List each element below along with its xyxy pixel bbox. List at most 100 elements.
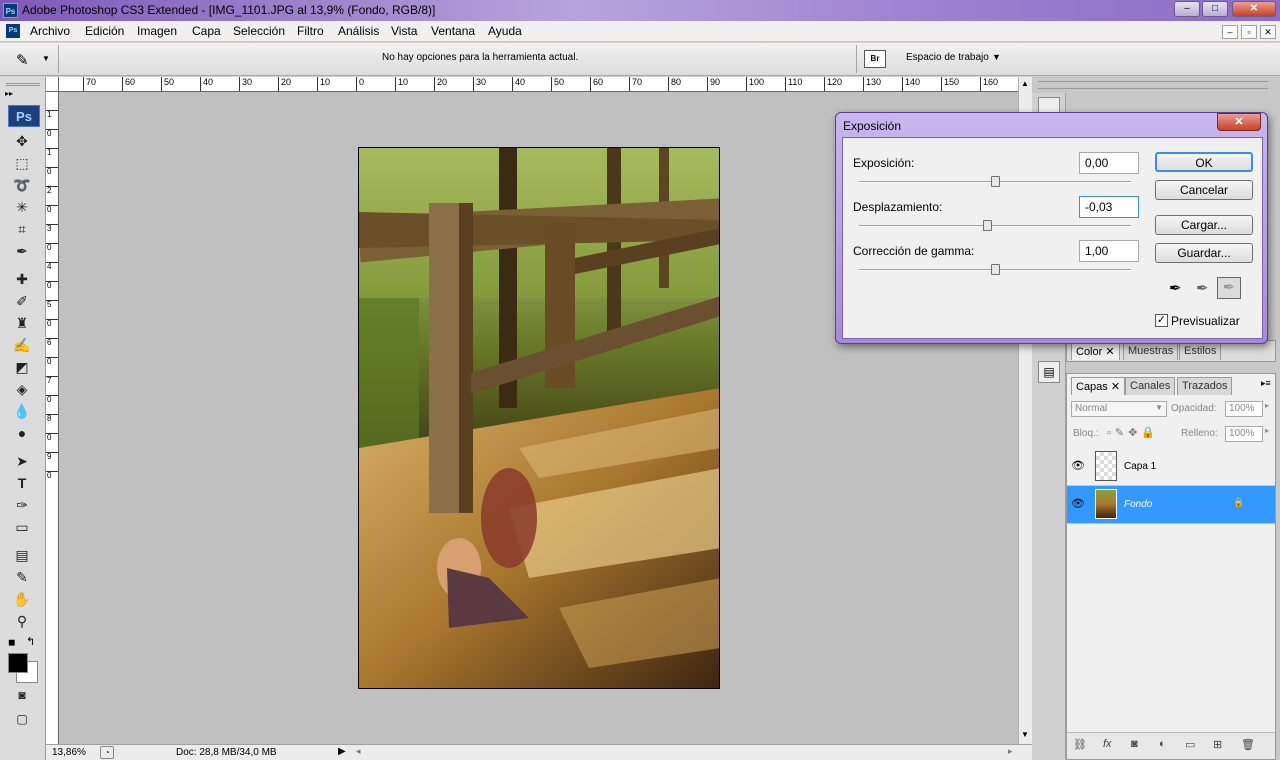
- slice-tool-icon[interactable]: ✒: [10, 241, 34, 261]
- scroll-left-icon[interactable]: ◂: [356, 746, 361, 757]
- gamma-input[interactable]: 1,00: [1079, 240, 1139, 262]
- document-icon[interactable]: Ps: [6, 24, 20, 38]
- adjustment-layer-icon[interactable]: ◐: [1159, 738, 1166, 750]
- workspace-chevron-icon[interactable]: ▼: [992, 52, 1001, 62]
- opacity-field[interactable]: 100%: [1225, 401, 1263, 417]
- healing-brush-icon[interactable]: ✚: [10, 269, 34, 289]
- layer-name[interactable]: Fondo: [1124, 499, 1152, 510]
- notes-tool-icon[interactable]: ▤: [10, 545, 34, 565]
- eyedropper-tool-icon[interactable]: ✎: [10, 567, 34, 587]
- magic-wand-icon[interactable]: ✳: [10, 197, 34, 217]
- exposure-slider-thumb[interactable]: [991, 176, 1000, 187]
- workspace-menu[interactable]: Espacio de trabajo: [906, 52, 989, 63]
- menu-edicion[interactable]: Edición: [85, 24, 124, 38]
- dodge-tool-icon[interactable]: ●: [10, 423, 34, 443]
- default-colors-icon[interactable]: ◼: [8, 637, 15, 648]
- path-selection-icon[interactable]: ➤: [10, 451, 34, 471]
- layer-row[interactable]: 👁 Capa 1: [1067, 448, 1275, 486]
- marquee-tool-icon[interactable]: ⬚: [10, 153, 34, 173]
- paint-bucket-icon[interactable]: ◈: [10, 379, 34, 399]
- crop-tool-icon[interactable]: ⌗: [10, 219, 34, 239]
- gamma-slider-thumb[interactable]: [991, 264, 1000, 275]
- swap-colors-icon[interactable]: ↰: [26, 635, 35, 648]
- scroll-down-icon[interactable]: ▼: [1021, 730, 1029, 739]
- new-group-icon[interactable]: ▭: [1185, 738, 1195, 751]
- zoom-level[interactable]: 13,86%: [52, 747, 90, 758]
- cancel-button[interactable]: Cancelar: [1155, 180, 1253, 200]
- fill-field[interactable]: 100%: [1225, 426, 1263, 442]
- dialog-close-button[interactable]: ✕: [1217, 113, 1261, 131]
- document-image[interactable]: [358, 147, 720, 689]
- pen-tool-icon[interactable]: ✑: [10, 495, 34, 515]
- menu-capa[interactable]: Capa: [192, 24, 221, 38]
- lasso-tool-icon[interactable]: ➰: [10, 175, 34, 195]
- shape-tool-icon[interactable]: ▭: [10, 517, 34, 537]
- preview-label[interactable]: Previsualizar: [1171, 314, 1240, 328]
- close-button[interactable]: ✕: [1232, 1, 1276, 17]
- status-menu-arrow-icon[interactable]: ▶: [338, 746, 346, 757]
- collapse-arrows-icon[interactable]: ▸▸: [5, 89, 13, 98]
- new-layer-icon[interactable]: ⊞: [1213, 738, 1222, 751]
- tab-styles[interactable]: Estilos: [1179, 342, 1222, 360]
- layer-style-icon[interactable]: fx: [1103, 738, 1112, 750]
- preview-checkbox[interactable]: ✓: [1155, 314, 1168, 327]
- eye-icon[interactable]: 👁: [1071, 497, 1085, 510]
- quick-mask-icon[interactable]: ◙: [10, 685, 34, 705]
- offset-slider-thumb[interactable]: [982, 220, 992, 231]
- menu-archivo[interactable]: Archivo: [30, 24, 70, 38]
- doc-minimize-button[interactable]: –: [1222, 25, 1238, 39]
- vertical-ruler[interactable]: 1 0 1 0 2 0 3 0 4 0 5 0 6 0 7 0 8 0 9 0: [46, 92, 59, 744]
- tab-paths[interactable]: Trazados: [1177, 377, 1233, 395]
- layer-name[interactable]: Capa 1: [1124, 461, 1156, 472]
- eyedropper-icon[interactable]: ✎: [16, 51, 29, 69]
- panel-icon-navigator[interactable]: [1038, 97, 1060, 113]
- fill-arrow-icon[interactable]: ▸: [1265, 426, 1275, 442]
- tab-swatches[interactable]: Muestras: [1123, 342, 1179, 360]
- menu-imagen[interactable]: Imagen: [137, 24, 177, 38]
- layer-row-selected[interactable]: 👁 Fondo 🔒: [1067, 486, 1275, 524]
- horizontal-ruler[interactable]: 70 60 50 40 30 20 10 0 10 20 30 40 50 60 70 80 90 100 110 1…: [59, 77, 1018, 92]
- zoom-tool-icon[interactable]: ⚲: [10, 611, 34, 631]
- opacity-arrow-icon[interactable]: ▸: [1265, 401, 1275, 417]
- lock-icons[interactable]: ▫✎✥🔒: [1107, 426, 1159, 439]
- screen-mode-icon[interactable]: ▢: [10, 709, 34, 729]
- tool-preset-chevron-icon[interactable]: ▼: [42, 54, 50, 63]
- toolbox-grip[interactable]: [6, 83, 40, 86]
- blur-tool-icon[interactable]: 💧: [10, 401, 34, 421]
- black-eyedropper-icon[interactable]: ✒: [1169, 279, 1182, 297]
- hand-tool-icon[interactable]: ✋: [10, 589, 34, 609]
- menu-ventana[interactable]: Ventana: [431, 24, 475, 38]
- offset-slider[interactable]: [859, 225, 1131, 227]
- menu-seleccion[interactable]: Selección: [233, 24, 285, 38]
- layer-mask-icon[interactable]: ◙: [1131, 738, 1138, 750]
- white-eyedropper-icon[interactable]: ✒: [1217, 277, 1241, 299]
- minimize-button[interactable]: –: [1174, 1, 1200, 17]
- foreground-color-swatch[interactable]: [8, 653, 28, 673]
- scroll-right-icon[interactable]: ▸: [1008, 746, 1013, 757]
- scroll-up-icon[interactable]: ▲: [1021, 79, 1029, 88]
- clone-stamp-icon[interactable]: ♜: [10, 313, 34, 333]
- menu-vista[interactable]: Vista: [391, 24, 417, 38]
- tab-color[interactable]: Color ✕: [1071, 342, 1120, 360]
- ok-button[interactable]: OK: [1155, 152, 1253, 172]
- doc-close-button[interactable]: ✕: [1260, 25, 1276, 39]
- brush-tool-icon[interactable]: ✐: [10, 291, 34, 311]
- bridge-icon[interactable]: Br: [864, 50, 886, 68]
- eraser-tool-icon[interactable]: ◩: [10, 357, 34, 377]
- menu-ayuda[interactable]: Ayuda: [488, 24, 522, 38]
- move-tool-icon[interactable]: ✥: [10, 131, 34, 151]
- load-button[interactable]: Cargar...: [1155, 215, 1253, 235]
- tab-layers[interactable]: Capas ✕: [1071, 377, 1126, 395]
- dock-grip[interactable]: [1038, 81, 1268, 89]
- link-layers-icon[interactable]: ⛓: [1073, 738, 1087, 751]
- status-info-icon[interactable]: ◔: [100, 746, 114, 759]
- history-brush-icon[interactable]: ✍: [10, 335, 34, 355]
- menu-analisis[interactable]: Análisis: [338, 24, 379, 38]
- trash-icon[interactable]: 🗑: [1241, 738, 1255, 751]
- exposure-input[interactable]: 0,00: [1079, 152, 1139, 174]
- doc-restore-button[interactable]: ▫: [1241, 25, 1257, 39]
- eye-icon[interactable]: 👁: [1071, 459, 1085, 472]
- panel-icon-info[interactable]: ▤: [1038, 361, 1060, 383]
- type-tool-icon[interactable]: T: [10, 473, 34, 493]
- blend-mode-select[interactable]: Normal ▼: [1071, 401, 1167, 417]
